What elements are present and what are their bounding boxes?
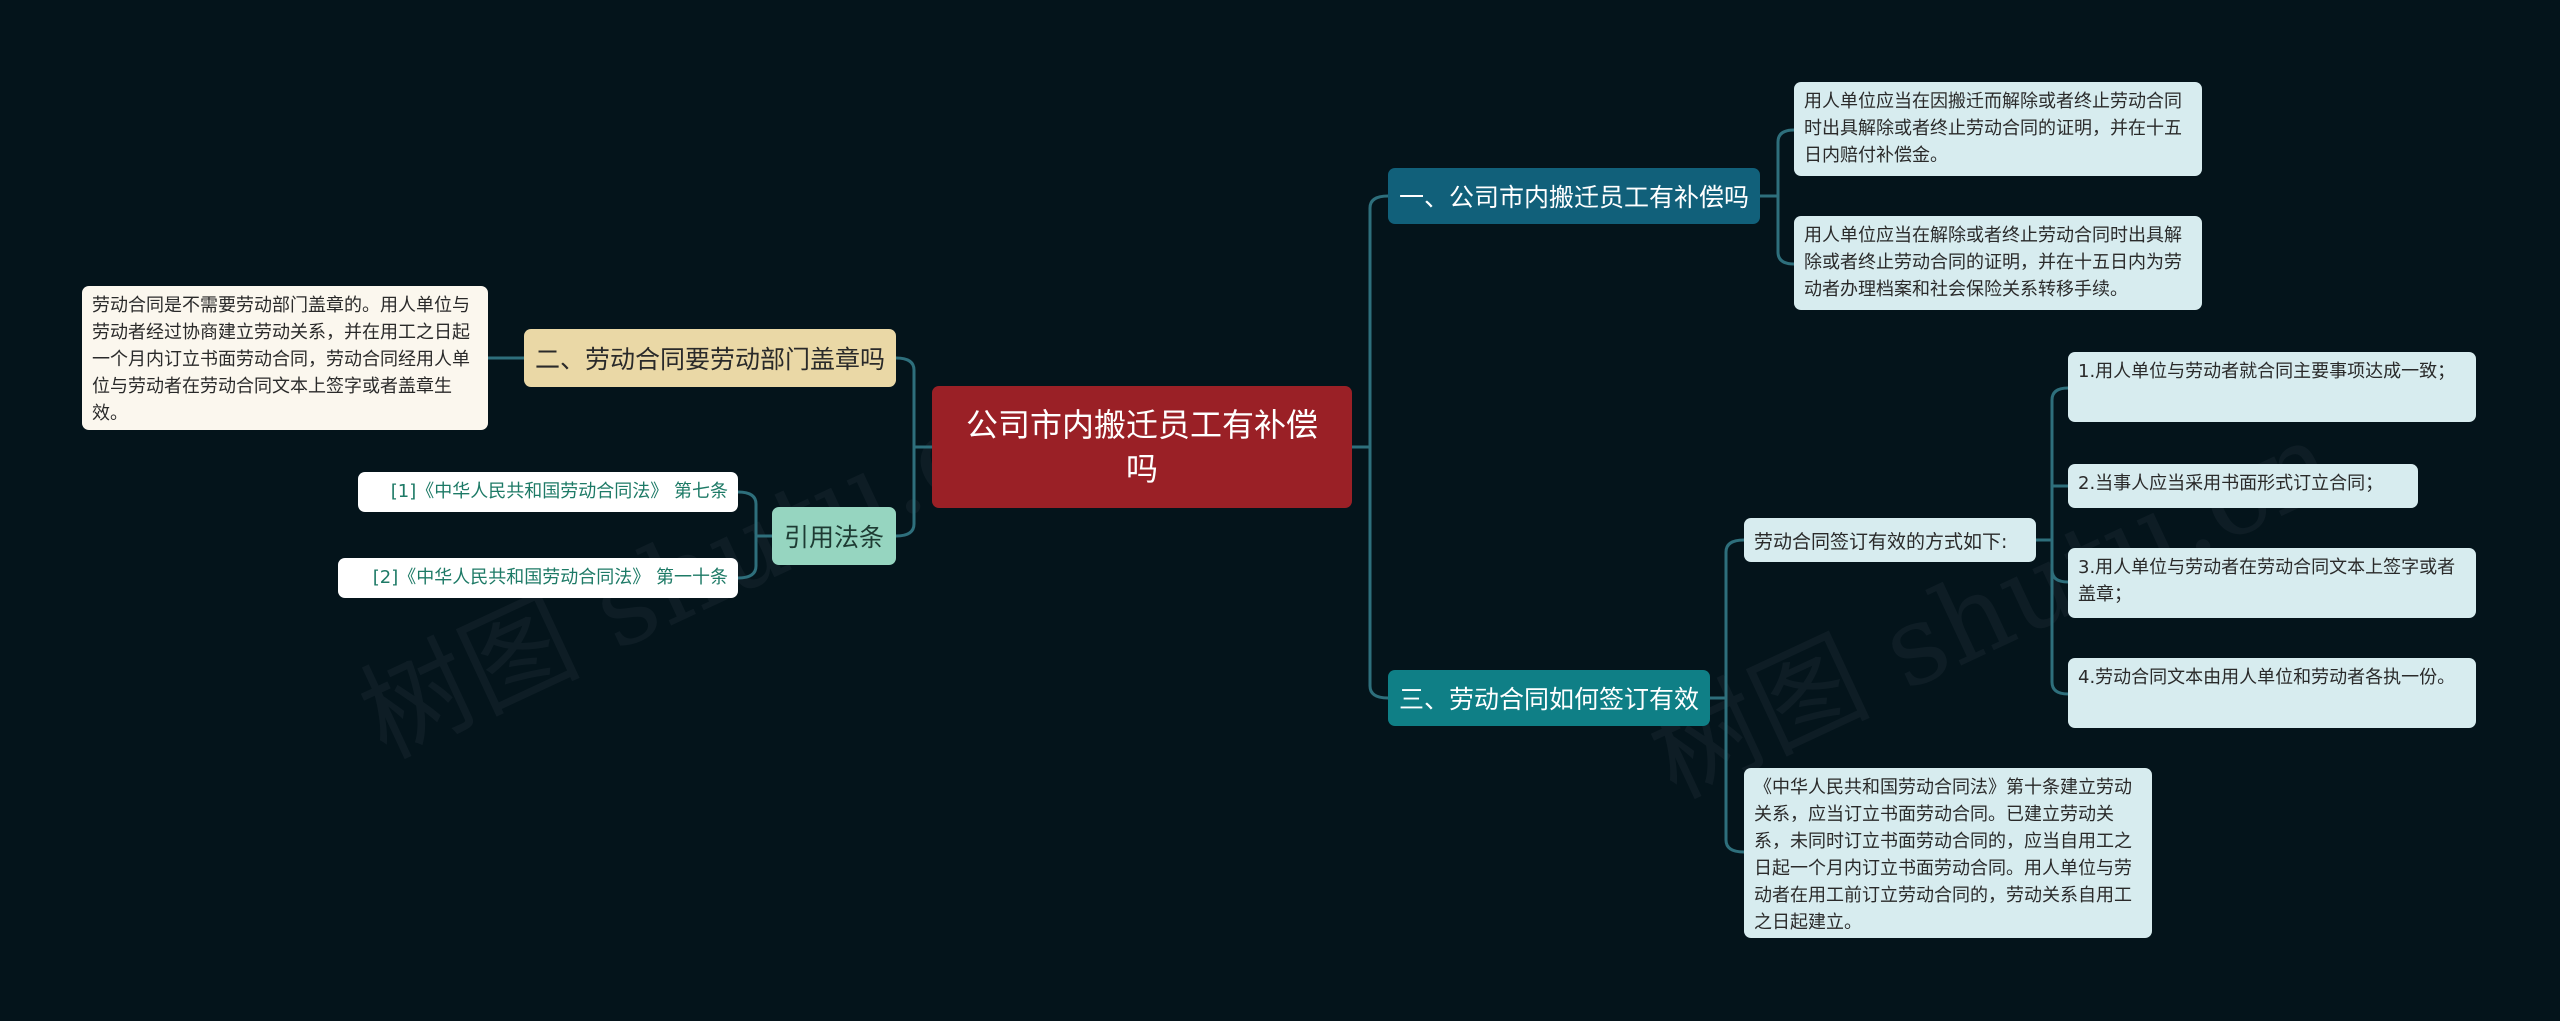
leaf-compensation-2[interactable]: 用人单位应当在解除或者终止劳动合同时出具解除或者终止劳动合同的证明，并在十五日内… bbox=[1794, 216, 2202, 310]
root-topic-label: 公司市内搬迁员工有补偿吗 bbox=[965, 406, 1318, 488]
step-3[interactable]: 3.用人单位与劳动者在劳动合同文本上签字或者盖章； bbox=[2068, 548, 2476, 618]
step-2[interactable]: 2.当事人应当采用书面形式订立合同； bbox=[2068, 464, 2418, 508]
branch-stamp-question[interactable]: 二、劳动合同要劳动部门盖章吗 bbox=[524, 329, 896, 387]
branch-label: 一、公司市内搬迁员工有补偿吗 bbox=[1398, 183, 1749, 212]
leaf-text: 用人单位应当在因搬迁而解除或者终止劳动合同时出具解除或者终止劳动合同的证明，并在… bbox=[1804, 91, 2182, 166]
mid-text: 劳动合同签订有效的方式如下: bbox=[1754, 530, 2008, 553]
leaf-text: 《中华人民共和国劳动合同法》第十条建立劳动关系，应当订立书面劳动合同。已建立劳动… bbox=[1754, 777, 2132, 933]
leaf-text: 用人单位应当在解除或者终止劳动合同时出具解除或者终止劳动合同的证明，并在十五日内… bbox=[1804, 225, 2182, 300]
branch-label: 三、劳动合同如何签订有效 bbox=[1398, 685, 1699, 714]
branch-contract-validity[interactable]: 三、劳动合同如何签订有效 bbox=[1388, 670, 1710, 726]
law-ref-2[interactable]: [2]《中华人民共和国劳动合同法》 第一十条 bbox=[338, 558, 738, 598]
ref-text: [2]《中华人民共和国劳动合同法》 第一十条 bbox=[372, 567, 728, 588]
step-text: 4.劳动合同文本由用人单位和劳动者各执一份。 bbox=[2078, 667, 2456, 688]
step-text: 3.用人单位与劳动者在劳动合同文本上签字或者盖章； bbox=[2078, 557, 2456, 605]
step-text: 1.用人单位与劳动者就合同主要事项达成一致； bbox=[2078, 361, 2456, 382]
validity-methods-node[interactable]: 劳动合同签订有效的方式如下: bbox=[1744, 518, 2036, 562]
branch-label: 二、劳动合同要劳动部门盖章吗 bbox=[534, 345, 885, 374]
leaf-compensation-1[interactable]: 用人单位应当在因搬迁而解除或者终止劳动合同时出具解除或者终止劳动合同的证明，并在… bbox=[1794, 82, 2202, 176]
branch-cited-laws[interactable]: 引用法条 bbox=[772, 507, 896, 565]
leaf-stamp-answer[interactable]: 劳动合同是不需要劳动部门盖章的。用人单位与劳动者经过协商建立劳动关系，并在用工之… bbox=[82, 286, 488, 430]
branch-label: 引用法条 bbox=[783, 523, 884, 552]
step-1[interactable]: 1.用人单位与劳动者就合同主要事项达成一致； bbox=[2068, 352, 2476, 422]
leaf-text: 劳动合同是不需要劳动部门盖章的。用人单位与劳动者经过协商建立劳动关系，并在用工之… bbox=[92, 295, 470, 424]
ref-text: [1]《中华人民共和国劳动合同法》 第七条 bbox=[390, 481, 728, 502]
root-topic[interactable]: 公司市内搬迁员工有补偿吗 bbox=[932, 386, 1352, 508]
step-4[interactable]: 4.劳动合同文本由用人单位和劳动者各执一份。 bbox=[2068, 658, 2476, 728]
leaf-law-article-10[interactable]: 《中华人民共和国劳动合同法》第十条建立劳动关系，应当订立书面劳动合同。已建立劳动… bbox=[1744, 768, 2152, 938]
law-ref-1[interactable]: [1]《中华人民共和国劳动合同法》 第七条 bbox=[358, 472, 738, 512]
step-text: 2.当事人应当采用书面形式订立合同； bbox=[2078, 473, 2384, 494]
mindmap-canvas: 树图 shutu.cn 树图 shutu.cn 公司市内搬迁员工有补偿吗 一、公… bbox=[0, 0, 2560, 1021]
branch-compensation[interactable]: 一、公司市内搬迁员工有补偿吗 bbox=[1388, 168, 1760, 224]
